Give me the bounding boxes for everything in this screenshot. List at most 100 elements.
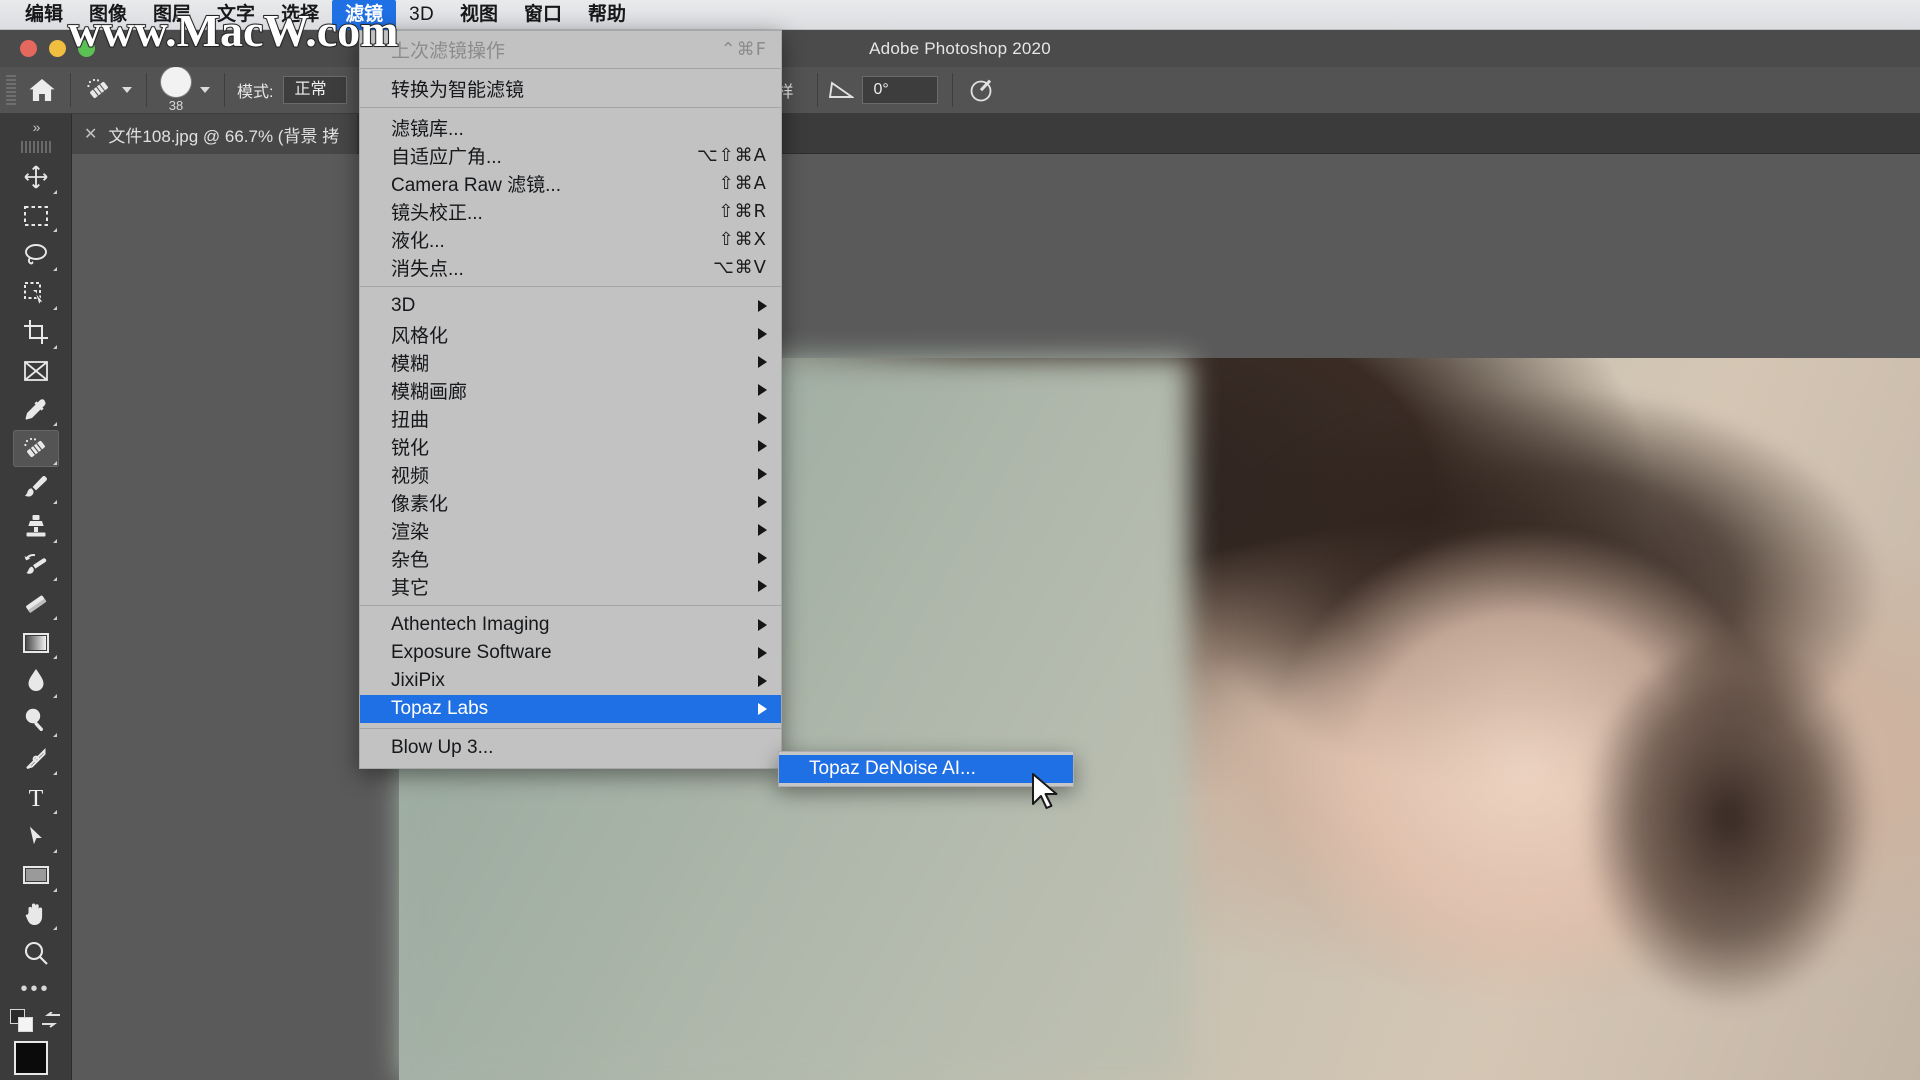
menu-item-render[interactable]: 渲染 xyxy=(360,516,781,544)
menu-separator xyxy=(360,107,781,108)
menu-item-shortcut: ⌥⌘V xyxy=(712,256,767,278)
menubar-item-window[interactable]: 窗口 xyxy=(511,0,575,30)
menu-item-topaz-labs[interactable]: Topaz Labs xyxy=(360,695,781,723)
brush-preset-picker[interactable]: 38 xyxy=(149,67,222,113)
menu-item-jixipix[interactable]: JixiPix xyxy=(360,667,781,695)
options-bar-drag-handle[interactable] xyxy=(6,75,16,105)
menu-item-exposure-software[interactable]: Exposure Software xyxy=(360,639,781,667)
menu-item-camera-raw-filter[interactable]: Camera Raw 滤镜... ⇧⌘A xyxy=(360,169,781,197)
menu-item-blur[interactable]: 模糊 xyxy=(360,348,781,376)
menubar-item-select[interactable]: 选择 xyxy=(268,0,332,30)
menu-item-blow-up-3[interactable]: Blow Up 3... xyxy=(360,734,781,762)
blur-tool[interactable] xyxy=(13,663,59,700)
clone-stamp-tool[interactable] xyxy=(13,508,59,545)
quick-selection-tool[interactable] xyxy=(13,275,59,312)
dodge-tool[interactable] xyxy=(13,702,59,739)
menubar-item-edit[interactable]: 编辑 xyxy=(12,0,76,30)
lasso-tool[interactable] xyxy=(13,236,59,273)
menubar-item-filter[interactable]: 滤镜 xyxy=(332,0,397,30)
submenu-arrow-icon xyxy=(758,524,767,536)
home-icon[interactable] xyxy=(16,70,68,110)
menu-item-label: 像素化 xyxy=(391,493,449,515)
menu-item-stylize[interactable]: 风格化 xyxy=(360,320,781,348)
menu-item-other[interactable]: 其它 xyxy=(360,572,781,600)
crop-tool[interactable] xyxy=(13,314,59,351)
gradient-tool[interactable] xyxy=(13,624,59,661)
path-selection-tool[interactable] xyxy=(13,818,59,855)
menu-item-noise[interactable]: 杂色 xyxy=(360,544,781,572)
pressure-for-size-icon[interactable] xyxy=(955,70,1007,110)
frame-tool[interactable] xyxy=(13,353,59,390)
filter-menu[interactable]: 上次滤镜操作 ⌃⌘F 转换为智能滤镜 滤镜库... 自适应广角... ⌥⇧⌘A … xyxy=(359,30,782,769)
history-brush-tool[interactable] xyxy=(13,547,59,584)
angle-input[interactable]: 0° xyxy=(862,76,939,104)
options-bar[interactable]: 38 模式: 正常 对所有图层取样 0° xyxy=(0,67,1920,114)
menu-item-sharpen[interactable]: 锐化 xyxy=(360,432,781,460)
document-tab-label: 文件108.jpg @ 66.7% (背景 拷 xyxy=(108,126,340,146)
document-tab-bar: ✕ 文件108.jpg @ 66.7% (背景 拷 xyxy=(72,114,1920,154)
menu-item-filter-gallery[interactable]: 滤镜库... xyxy=(360,113,781,141)
menu-item-lens-correction[interactable]: 镜头校正... ⇧⌘R xyxy=(360,197,781,225)
brush-size-value: 38 xyxy=(168,98,184,113)
menu-item-topaz-denoise-ai[interactable]: Topaz DeNoise AI... xyxy=(779,755,1073,783)
menubar-item-type[interactable]: 文字 xyxy=(204,0,268,30)
zoom-tool[interactable] xyxy=(13,934,59,971)
submenu-arrow-icon xyxy=(758,647,767,659)
menu-item-label: JixiPix xyxy=(391,670,445,691)
pen-tool[interactable] xyxy=(13,741,59,778)
move-tool[interactable] xyxy=(13,159,59,196)
ellipsis-icon[interactable]: ••• xyxy=(20,979,50,999)
current-tool-icon[interactable] xyxy=(73,70,144,110)
collapse-panel-icon[interactable]: » xyxy=(0,114,71,139)
submenu-arrow-icon xyxy=(758,412,767,424)
canvas-area[interactable] xyxy=(72,154,1920,1080)
close-icon[interactable]: ✕ xyxy=(84,124,97,144)
menu-item-pixelate[interactable]: 像素化 xyxy=(360,488,781,516)
menu-item-label: 锐化 xyxy=(391,437,430,459)
quick-mask-and-screen-row[interactable] xyxy=(9,1009,62,1033)
menu-item-adaptive-wide-angle[interactable]: 自适应广角... ⌥⇧⌘A xyxy=(360,141,781,169)
menu-item-liquify[interactable]: 液化... ⇧⌘X xyxy=(360,225,781,253)
menubar-item-help[interactable]: 帮助 xyxy=(575,0,639,30)
menu-item-blur-gallery[interactable]: 模糊画廊 xyxy=(360,376,781,404)
chevron-down-icon[interactable] xyxy=(200,87,210,93)
menu-item-label: Topaz Labs xyxy=(391,698,489,719)
submenu-arrow-icon xyxy=(758,703,767,715)
tools-panel[interactable]: » T ••• xyxy=(0,114,72,1080)
menu-item-label: 视频 xyxy=(391,465,430,487)
eraser-tool[interactable] xyxy=(13,585,59,622)
screen-mode-icon[interactable] xyxy=(40,1012,62,1030)
menu-item-3d[interactable]: 3D xyxy=(360,292,781,320)
menubar-item-view[interactable]: 视图 xyxy=(447,0,511,30)
healing-brush-tool[interactable] xyxy=(12,430,59,468)
foreground-background-color[interactable] xyxy=(13,1041,59,1080)
menu-item-vanishing-point[interactable]: 消失点... ⌥⌘V xyxy=(360,253,781,281)
document-tab[interactable]: ✕ 文件108.jpg @ 66.7% (背景 拷 xyxy=(72,114,358,154)
type-tool[interactable]: T xyxy=(13,779,59,816)
menubar-item-layer[interactable]: 图层 xyxy=(140,0,204,30)
menu-item-video[interactable]: 视频 xyxy=(360,460,781,488)
mode-select[interactable]: 正常 xyxy=(283,76,348,104)
quick-mask-icon[interactable] xyxy=(9,1009,34,1033)
mac-menu-bar[interactable]: 编辑 图像 图层 文字 选择 滤镜 3D 视图 窗口 帮助 xyxy=(0,0,1920,30)
hand-tool[interactable] xyxy=(13,896,59,933)
menu-separator xyxy=(360,286,781,287)
rectangle-tool[interactable] xyxy=(13,857,59,894)
menu-item-shortcut: ⌥⇧⌘A xyxy=(696,144,767,166)
submenu-arrow-icon xyxy=(758,384,767,396)
divider xyxy=(952,73,954,107)
menu-separator xyxy=(360,68,781,69)
rectangular-marquee-tool[interactable] xyxy=(13,198,59,235)
menu-item-distort[interactable]: 扭曲 xyxy=(360,404,781,432)
brush-tool[interactable] xyxy=(13,469,59,506)
menu-item-shortcut: ⇧⌘R xyxy=(718,200,767,222)
eyedropper-tool[interactable] xyxy=(13,391,59,428)
menu-item-label: 杂色 xyxy=(391,549,430,571)
menu-item-athentech-imaging[interactable]: Athentech Imaging xyxy=(360,611,781,639)
submenu-arrow-icon xyxy=(758,356,767,368)
menu-item-convert-smart-filter[interactable]: 转换为智能滤镜 xyxy=(360,74,781,102)
menubar-item-image[interactable]: 图像 xyxy=(76,0,140,30)
panel-drag-handle[interactable] xyxy=(20,141,51,153)
chevron-down-icon[interactable] xyxy=(122,87,132,93)
menubar-item-3d[interactable]: 3D xyxy=(396,0,447,30)
